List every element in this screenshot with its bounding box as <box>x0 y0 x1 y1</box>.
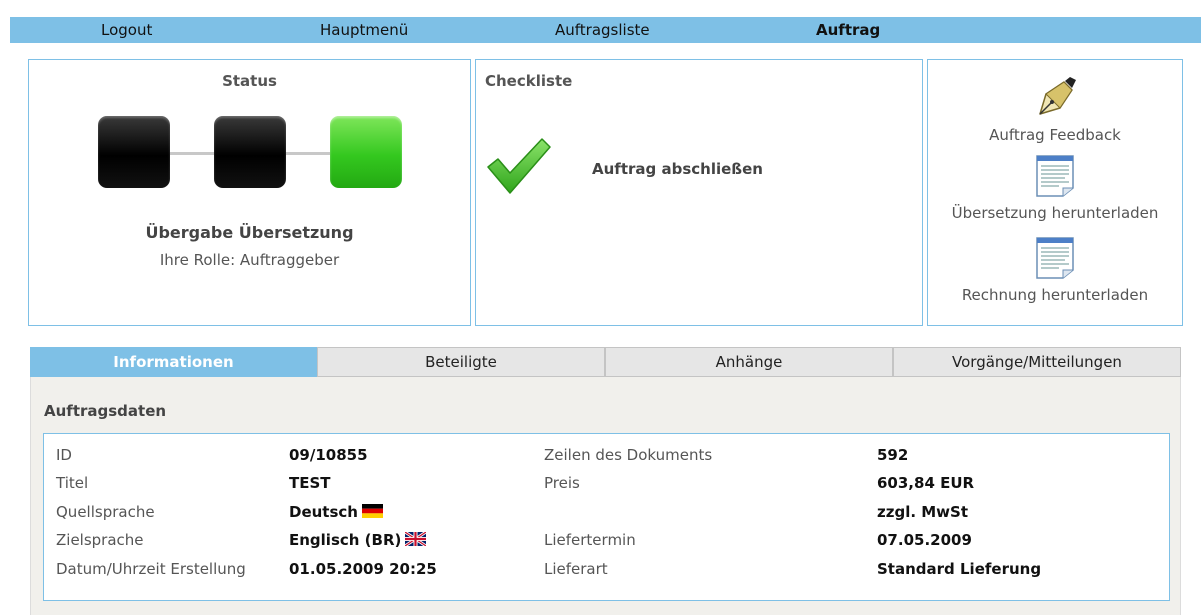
target-language-text: Englisch (BR) <box>289 531 402 549</box>
source-language-text: Deutsch <box>289 503 358 521</box>
nav-order[interactable]: Auftrag <box>816 21 880 39</box>
nav-logout[interactable]: Logout <box>101 21 152 39</box>
nav-order-list[interactable]: Auftragsliste <box>555 21 650 39</box>
checklist-title: Checkliste <box>485 72 573 90</box>
checklist-panel: Checkliste Auftrag abschließen <box>475 59 923 326</box>
value-target-language: Englisch (BR) <box>289 531 427 549</box>
tab-informationen[interactable]: Informationen <box>30 347 317 377</box>
uk-flag-icon <box>405 532 427 546</box>
tab-bar: Informationen Beteiligte Anhänge Vorgäng… <box>30 347 1181 377</box>
value-price: 603,84 EUR <box>877 474 975 492</box>
download-invoice-action[interactable]: Rechnung herunterladen <box>928 236 1182 304</box>
status-label: Übergabe Übersetzung <box>145 223 354 242</box>
label-title: Titel <box>56 474 89 492</box>
status-title: Status <box>222 72 277 90</box>
role-text: Ihre Rolle: Auftraggeber <box>159 251 340 269</box>
download-translation-label: Übersetzung herunterladen <box>951 204 1159 222</box>
download-invoice-label: Rechnung herunterladen <box>961 286 1149 304</box>
download-translation-action[interactable]: Übersetzung herunterladen <box>928 154 1182 222</box>
order-feedback-action[interactable]: Auftrag Feedback <box>928 76 1182 144</box>
label-source-language: Quellsprache <box>56 503 155 521</box>
tab-anhaenge[interactable]: Anhänge <box>605 347 893 377</box>
value-document-lines: 592 <box>877 446 909 464</box>
label-delivery-type: Lieferart <box>544 560 608 578</box>
status-panel: Status Übergabe Übersetzung Ihre Rolle: … <box>28 59 471 326</box>
top-nav: Logout Hauptmenü Auftragsliste Auftrag <box>10 17 1201 43</box>
section-title: Auftragsdaten <box>44 402 167 420</box>
label-target-language: Zielsprache <box>56 531 144 549</box>
de-flag-icon <box>361 504 383 518</box>
value-vat-note: zzgl. MwSt <box>877 503 969 521</box>
order-feedback-label: Auftrag Feedback <box>989 126 1121 144</box>
checkmark-icon <box>487 138 551 194</box>
label-document-lines: Zeilen des Dokuments <box>544 446 713 464</box>
value-id: 09/10855 <box>289 446 368 464</box>
value-source-language: Deutsch <box>289 503 383 521</box>
document-icon <box>1036 155 1074 197</box>
complete-order-item[interactable]: Auftrag abschließen <box>592 160 763 178</box>
nav-main-menu[interactable]: Hauptmenü <box>320 21 408 39</box>
status-step-2 <box>214 116 286 188</box>
label-price: Preis <box>544 474 580 492</box>
label-created-at: Datum/Uhrzeit Erstellung <box>56 560 246 578</box>
value-created-at: 01.05.2009 20:25 <box>289 560 437 578</box>
value-delivery-type: Standard Lieferung <box>877 560 1042 578</box>
tab-content: Auftragsdaten ID 09/10855 Titel TEST Que… <box>30 377 1181 615</box>
actions-panel: Auftrag Feedback Übersetzung herunterlad… <box>927 59 1183 326</box>
status-step-1 <box>98 116 170 188</box>
status-step-3-current <box>330 116 402 188</box>
tab-vorgaenge[interactable]: Vorgänge/Mitteilungen <box>893 347 1181 377</box>
document-icon <box>1036 237 1074 279</box>
value-title: TEST <box>289 474 331 492</box>
order-data-box: ID 09/10855 Titel TEST Quellsprache Deut… <box>43 433 1170 601</box>
label-id: ID <box>56 446 72 464</box>
label-delivery-date: Liefertermin <box>544 531 636 549</box>
fountain-pen-icon <box>1039 77 1076 115</box>
value-delivery-date: 07.05.2009 <box>877 531 972 549</box>
tab-beteiligte[interactable]: Beteiligte <box>317 347 605 377</box>
